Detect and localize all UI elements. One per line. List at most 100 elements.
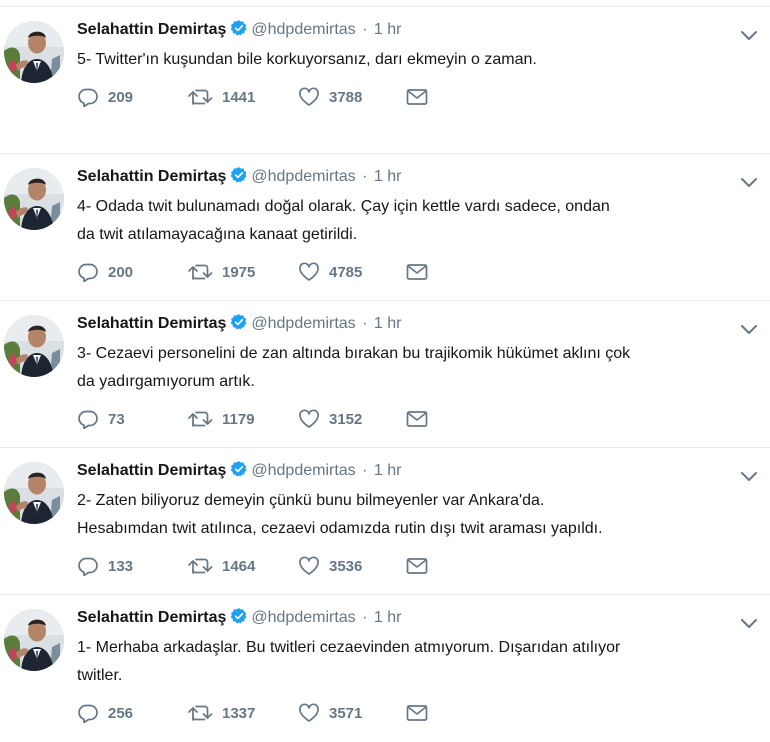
retweet-button[interactable]: 1179 [187, 409, 298, 429]
separator-dot: · [362, 609, 368, 626]
chevron-down-icon[interactable] [738, 615, 760, 631]
author-name[interactable]: Selahattin Demirtaş [77, 168, 226, 185]
reply-icon [77, 556, 99, 576]
reply-button[interactable]: 200 [77, 262, 187, 282]
envelope-icon [406, 557, 428, 575]
retweet-count: 1975 [222, 263, 256, 281]
avatar[interactable] [4, 315, 64, 377]
heart-icon [298, 556, 320, 576]
reply-button[interactable]: 133 [77, 556, 187, 576]
tweet-text-line: 3- Cezaevi personelini de zan altında bı… [77, 345, 631, 362]
like-button[interactable]: 4785 [298, 262, 406, 282]
retweet-icon [187, 262, 213, 282]
avatar[interactable] [4, 462, 64, 524]
chevron-down-icon[interactable] [738, 174, 760, 190]
tweet[interactable]: Selahattin Demirtaş @hdpdemirtas · 1 hr 4… [0, 154, 770, 301]
reply-button[interactable]: 73 [77, 409, 187, 429]
reply-count: 209 [108, 88, 134, 106]
tweet-text-line: 1- Merhaba arkadaşlar. Bu twitleri cezae… [77, 639, 621, 656]
reply-button[interactable]: 209 [77, 87, 187, 107]
verified-badge-icon [230, 313, 248, 338]
chevron-down-icon[interactable] [738, 468, 760, 484]
retweet-button[interactable]: 1464 [187, 556, 298, 576]
tweet-text-line: Hesabımdan twit atılınca, cezaevi odamız… [77, 520, 603, 537]
reply-button[interactable]: 256 [77, 703, 187, 723]
tweet-text-line: twitler. [77, 667, 123, 684]
author-name[interactable]: Selahattin Demirtaş [77, 609, 226, 626]
author-handle[interactable]: @hdpdemirtas [251, 315, 355, 332]
chevron-down-icon[interactable] [738, 27, 760, 43]
tweet-timestamp[interactable]: 1 hr [374, 21, 402, 38]
author-handle[interactable]: @hdpdemirtas [251, 462, 355, 479]
separator-dot: · [362, 168, 368, 185]
retweet-icon [187, 556, 213, 576]
heart-icon [298, 703, 320, 723]
like-count: 3788 [329, 88, 363, 106]
avatar[interactable] [4, 21, 64, 83]
author-name[interactable]: Selahattin Demirtaş [77, 315, 226, 332]
tweet[interactable]: Selahattin Demirtaş @hdpdemirtas · 1 hr 2… [0, 448, 770, 595]
tweet-timestamp[interactable]: 1 hr [374, 168, 402, 185]
retweet-icon [187, 409, 213, 429]
author-handle[interactable]: @hdpdemirtas [251, 609, 355, 626]
retweet-count: 1441 [222, 88, 256, 106]
heart-icon [298, 262, 320, 282]
envelope-icon [406, 263, 428, 281]
reply-icon [77, 262, 99, 282]
avatar[interactable] [4, 609, 64, 671]
retweet-button[interactable]: 1441 [187, 87, 298, 107]
like-count: 3536 [329, 557, 363, 575]
tweet[interactable]: Selahattin Demirtaş @hdpdemirtas · 1 hr 1… [0, 595, 770, 742]
like-count: 4785 [329, 263, 363, 281]
tweet-text: 2- Zaten biliyoruz demeyin çünkü bunu bi… [77, 487, 740, 543]
envelope-icon [406, 88, 428, 106]
like-button[interactable]: 3571 [298, 703, 406, 723]
tweet-text: 3- Cezaevi personelini de zan altında bı… [77, 340, 740, 396]
like-button[interactable]: 3788 [298, 87, 406, 107]
heart-icon [298, 409, 320, 429]
separator-dot: · [362, 21, 368, 38]
author-name[interactable]: Selahattin Demirtaş [77, 462, 226, 479]
direct-message-button[interactable] [406, 263, 428, 281]
reply-count: 73 [108, 410, 125, 428]
direct-message-button[interactable] [406, 704, 428, 722]
tweet-text: 5- Twitter'ın kuşundan bile korkuyorsanı… [77, 46, 740, 74]
separator-dot: · [362, 315, 368, 332]
reply-count: 256 [108, 704, 134, 722]
tweet-text-line: da yadırgamıyorum artık. [77, 373, 255, 390]
tweet-actions: 73 1179 3152 [77, 409, 428, 429]
direct-message-button[interactable] [406, 88, 428, 106]
tweet-actions: 209 1441 3788 [77, 87, 428, 107]
like-button[interactable]: 3536 [298, 556, 406, 576]
tweet-header: Selahattin Demirtaş @hdpdemirtas · 1 hr [77, 607, 740, 632]
tweet[interactable]: Selahattin Demirtaş @hdpdemirtas · 1 hr 3… [0, 301, 770, 448]
direct-message-button[interactable] [406, 557, 428, 575]
tweet-timestamp[interactable]: 1 hr [374, 609, 402, 626]
verified-badge-icon [230, 166, 248, 191]
retweet-icon [187, 703, 213, 723]
retweet-button[interactable]: 1337 [187, 703, 298, 723]
chevron-down-icon[interactable] [738, 321, 760, 337]
tweet-text-line: da twit atılamayacağına kanaat getirildi… [77, 226, 358, 243]
author-handle[interactable]: @hdpdemirtas [251, 168, 355, 185]
like-count: 3571 [329, 704, 363, 722]
retweet-button[interactable]: 1975 [187, 262, 298, 282]
top-divider [0, 0, 770, 7]
retweet-icon [187, 87, 213, 107]
tweet-header: Selahattin Demirtaş @hdpdemirtas · 1 hr [77, 19, 740, 44]
reply-count: 200 [108, 263, 134, 281]
direct-message-button[interactable] [406, 410, 428, 428]
avatar[interactable] [4, 168, 64, 230]
verified-badge-icon [230, 19, 248, 44]
tweet[interactable]: Selahattin Demirtaş @hdpdemirtas · 1 hr 5… [0, 7, 770, 154]
separator-dot: · [362, 462, 368, 479]
tweet-actions: 133 1464 3536 [77, 556, 428, 576]
like-button[interactable]: 3152 [298, 409, 406, 429]
tweet-timestamp[interactable]: 1 hr [374, 462, 402, 479]
author-handle[interactable]: @hdpdemirtas [251, 21, 355, 38]
reply-count: 133 [108, 557, 134, 575]
tweet-text: 4- Odada twit bulunamadı doğal olarak. Ç… [77, 193, 740, 249]
tweet-timestamp[interactable]: 1 hr [374, 315, 402, 332]
author-name[interactable]: Selahattin Demirtaş [77, 21, 226, 38]
envelope-icon [406, 410, 428, 428]
